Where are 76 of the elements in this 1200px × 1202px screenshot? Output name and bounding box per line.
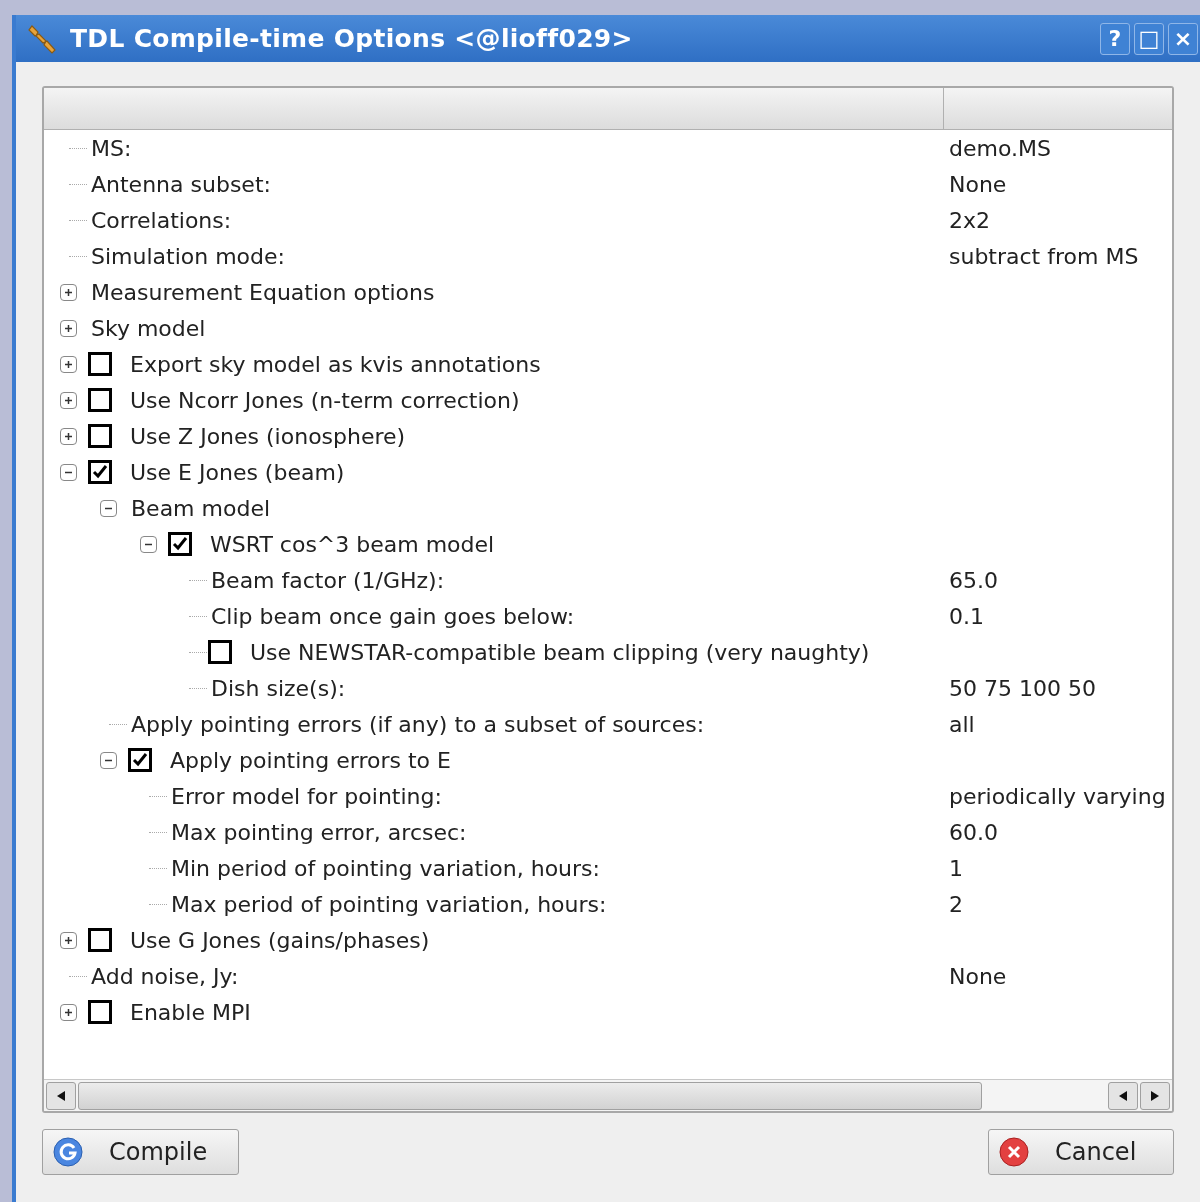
- checkbox[interactable]: [88, 1000, 112, 1024]
- scrollbar-thumb[interactable]: [78, 1081, 982, 1110]
- checkbox[interactable]: [88, 352, 112, 376]
- option-label: Beam factor (1/GHz):: [211, 566, 445, 595]
- option-label: Max pointing error, arcsec:: [171, 818, 467, 847]
- checkmark-icon: [92, 465, 108, 479]
- scroll-left-button[interactable]: [46, 1081, 76, 1110]
- option-value[interactable]: None: [949, 959, 1007, 993]
- expand-icon[interactable]: [59, 427, 77, 445]
- window-title: TDL Compile-time Options <@lioff029>: [70, 22, 633, 55]
- option-label: Min period of pointing variation, hours:: [171, 854, 600, 883]
- checkbox[interactable]: [88, 388, 112, 412]
- option-value[interactable]: 60.0: [949, 815, 998, 849]
- left-arrow-icon: [57, 1090, 65, 1101]
- expand-icon[interactable]: [59, 1003, 77, 1021]
- option-label: Add noise, Jy:: [91, 962, 239, 991]
- option-value[interactable]: 1: [949, 851, 963, 885]
- option-label: Error model for pointing:: [171, 782, 442, 811]
- option-value[interactable]: 50 75 100 50: [949, 671, 1096, 705]
- option-label: Correlations:: [91, 206, 232, 235]
- right-arrow-icon: [1151, 1090, 1159, 1101]
- option-label: Enable MPI: [130, 998, 251, 1027]
- expand-icon[interactable]: [59, 319, 77, 337]
- cancel-button[interactable]: Cancel: [988, 1129, 1174, 1175]
- option-value[interactable]: 65.0: [949, 563, 998, 597]
- checkbox[interactable]: [168, 532, 192, 556]
- expand-icon[interactable]: [59, 283, 77, 301]
- option-label: Apply pointing errors to E: [170, 746, 451, 775]
- option-value[interactable]: None: [949, 167, 1007, 201]
- checkbox[interactable]: [88, 424, 112, 448]
- checkbox[interactable]: [88, 460, 112, 484]
- option-label: Simulation mode:: [91, 242, 285, 271]
- checkmark-icon: [172, 537, 188, 551]
- option-label: Max period of pointing variation, hours:: [171, 890, 607, 919]
- expand-icon[interactable]: [59, 391, 77, 409]
- compile-button[interactable]: Compile: [42, 1129, 239, 1175]
- option-value[interactable]: 2x2: [949, 203, 990, 237]
- option-label: Use E Jones (beam): [130, 458, 345, 487]
- option-label: Use Z Jones (ionosphere): [130, 422, 406, 451]
- checkmark-icon: [132, 753, 148, 767]
- collapse-icon[interactable]: [59, 463, 77, 481]
- collapse-icon[interactable]: [99, 499, 117, 517]
- option-value[interactable]: demo.MS: [949, 131, 1051, 165]
- option-label: Apply pointing errors (if any) to a subset of sources:: [131, 710, 705, 739]
- left-arrow-icon: [1119, 1090, 1127, 1101]
- expand-icon[interactable]: [59, 355, 77, 373]
- scroll-right-button[interactable]: [1140, 1081, 1170, 1110]
- option-label: Export sky model as kvis annotations: [130, 350, 541, 379]
- close-icon: [999, 1137, 1029, 1167]
- option-label: Use Ncorr Jones (n-term correction): [130, 386, 520, 415]
- option-value[interactable]: subtract from MS: [949, 239, 1139, 273]
- collapse-icon[interactable]: [99, 751, 117, 769]
- window-control-button[interactable]: □: [1134, 22, 1164, 55]
- option-value[interactable]: 2: [949, 887, 963, 921]
- collapse-icon[interactable]: [139, 535, 157, 553]
- option-label: Use G Jones (gains/phases): [130, 926, 430, 955]
- window-control-button[interactable]: ×: [1168, 22, 1198, 55]
- option-label: Sky model: [91, 314, 206, 343]
- option-value[interactable]: all: [949, 707, 975, 741]
- option-label: Antenna subset:: [91, 170, 271, 199]
- option-label: Beam model: [131, 494, 271, 523]
- option-label: MS:: [91, 134, 132, 163]
- expand-icon[interactable]: [59, 931, 77, 949]
- refresh-icon: [53, 1137, 83, 1167]
- option-value[interactable]: 0.1: [949, 599, 984, 633]
- option-label: Dish size(s):: [211, 674, 346, 703]
- checkbox[interactable]: [208, 640, 232, 664]
- option-value[interactable]: periodically varying: [949, 779, 1166, 813]
- option-label: Measurement Equation options: [91, 278, 435, 307]
- checkbox[interactable]: [88, 928, 112, 952]
- option-label: Use NEWSTAR-compatible beam clipping (very naughty): [250, 638, 870, 667]
- window-control-button[interactable]: ?: [1100, 22, 1130, 55]
- checkbox[interactable]: [128, 748, 152, 772]
- option-label: WSRT cos^3 beam model: [210, 530, 495, 559]
- scroll-left-button[interactable]: [1108, 1081, 1138, 1110]
- option-label: Clip beam once gain goes below:: [211, 602, 575, 631]
